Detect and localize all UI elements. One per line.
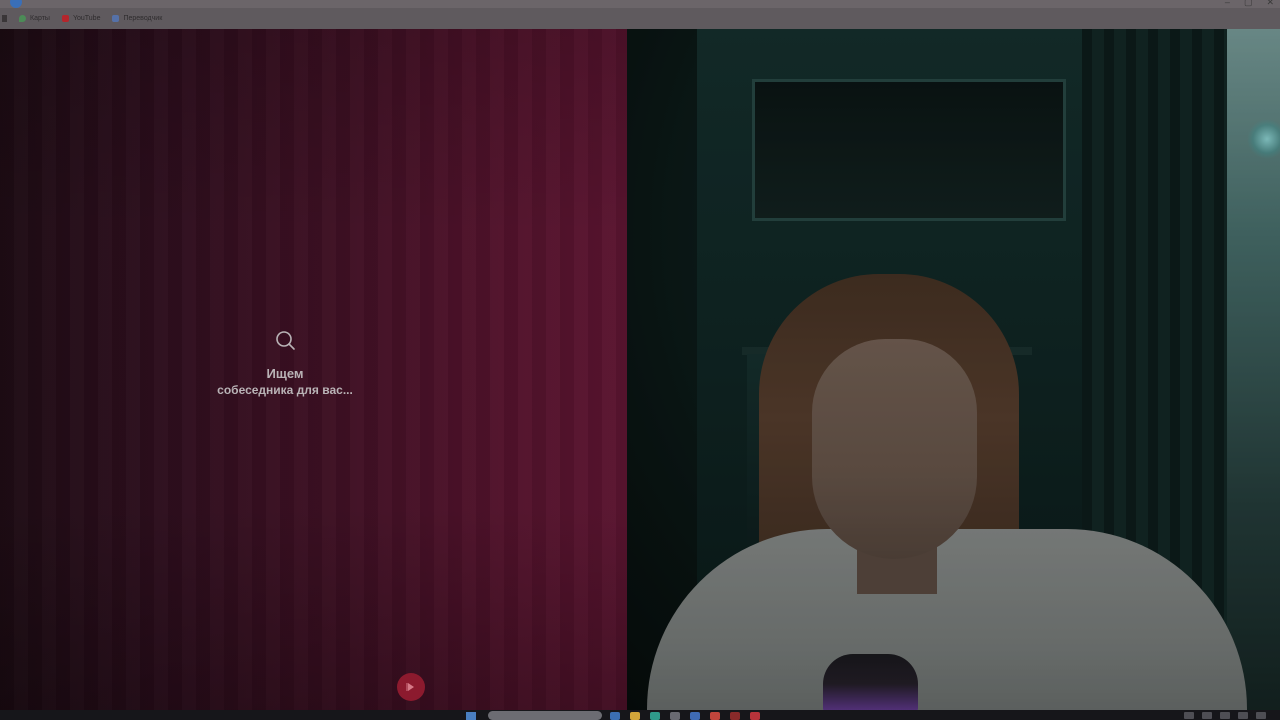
close-icon[interactable]: ✕	[1266, 0, 1274, 8]
system-tray	[1184, 712, 1266, 719]
edge-icon[interactable]	[650, 712, 660, 720]
wifi-icon[interactable]	[1202, 712, 1212, 719]
apps-grid-icon[interactable]	[2, 14, 7, 22]
browser-toolbar: – ▢ ✕ Карты YouTube Переводчик	[0, 0, 1280, 29]
minimize-icon[interactable]: –	[1225, 0, 1230, 8]
self-camera-panel	[627, 29, 1280, 710]
bookmark-maps[interactable]: Карты	[19, 14, 50, 22]
search-status: Ищем собеседника для вас...	[185, 329, 385, 399]
store-icon[interactable]	[690, 712, 700, 720]
window-controls: – ▢ ✕	[1225, 0, 1274, 8]
search-title: Ищем	[266, 366, 304, 381]
youtube-icon	[61, 14, 69, 22]
battery-icon[interactable]	[1238, 712, 1248, 719]
next-partner-button[interactable]	[397, 673, 425, 701]
bookmark-translate[interactable]: Переводчик	[112, 14, 163, 22]
search-icon	[274, 329, 296, 351]
maximize-icon[interactable]: ▢	[1244, 0, 1253, 8]
clock-icon[interactable]	[1256, 712, 1266, 719]
bookmark-youtube[interactable]: YouTube	[61, 14, 101, 22]
os-taskbar	[0, 710, 1280, 720]
next-arrow-icon	[406, 683, 414, 691]
search-subtitle: собеседника для вас...	[217, 383, 353, 397]
volume-icon[interactable]	[1220, 712, 1230, 719]
taskbar-app-icon[interactable]	[750, 712, 760, 720]
tab-favicon-icon[interactable]	[10, 0, 22, 8]
taskbar-apps	[610, 712, 760, 720]
taskbar-search-box[interactable]	[488, 711, 602, 720]
start-icon[interactable]	[466, 712, 476, 720]
app-screen: – ▢ ✕ Карты YouTube Переводчик Ищем собе…	[0, 0, 1280, 720]
chrome-icon[interactable]	[710, 712, 720, 720]
translate-icon	[112, 14, 120, 22]
taskbar-app-icon[interactable]	[610, 712, 620, 720]
bookmarks-bar: Карты YouTube Переводчик	[0, 10, 162, 26]
bookmark-label: Переводчик	[123, 14, 163, 22]
taskbar-app-icon[interactable]	[730, 712, 740, 720]
camera-dim-overlay	[627, 29, 1280, 710]
partner-video-panel: Ищем собеседника для вас...	[0, 29, 627, 710]
bookmark-label: Карты	[30, 14, 50, 22]
maps-pin-icon	[19, 14, 26, 22]
tray-chevron-icon[interactable]	[1184, 712, 1194, 719]
tab-strip: – ▢ ✕	[0, 0, 1280, 8]
taskbar-app-icon[interactable]	[670, 712, 680, 720]
folder-icon[interactable]	[630, 712, 640, 720]
bookmark-label: YouTube	[72, 14, 101, 22]
